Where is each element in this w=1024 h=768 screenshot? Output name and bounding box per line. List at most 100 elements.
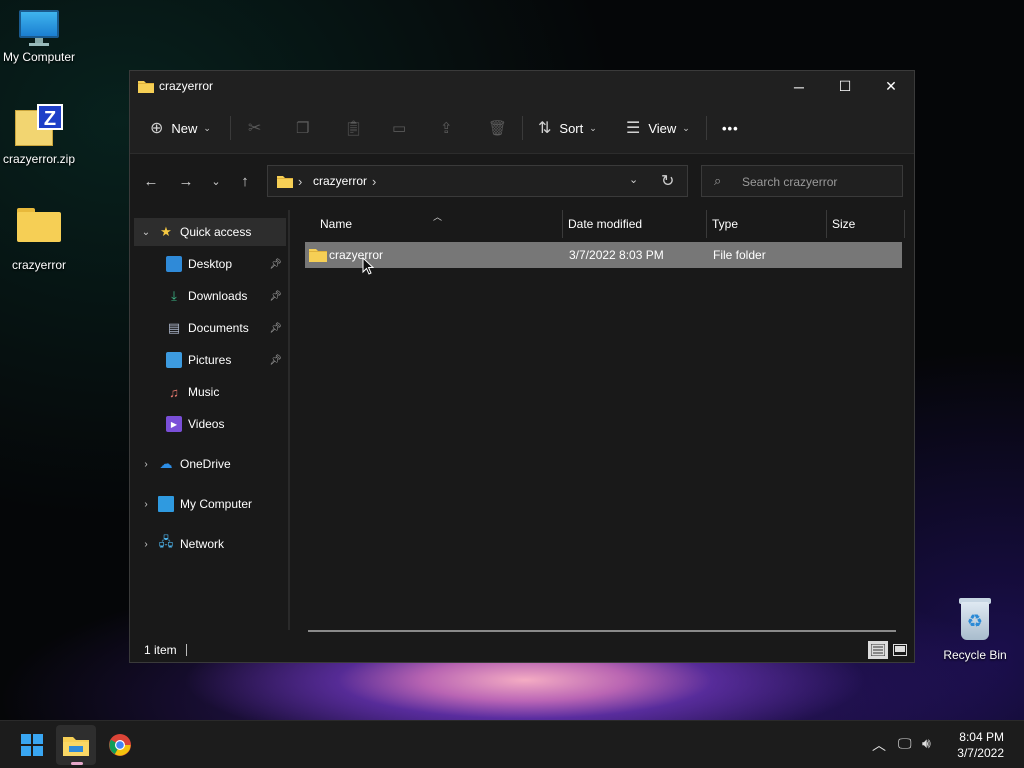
more-options-icon: •••	[722, 120, 739, 136]
music-icon: ♫	[169, 384, 179, 400]
close-button[interactable]: ✕	[868, 71, 914, 102]
nav-item-videos[interactable]: ▶ Videos	[134, 410, 286, 438]
toolbar-divider	[522, 116, 523, 140]
column-header-size[interactable]: Size	[832, 210, 902, 238]
recent-locations-button[interactable]: ⌄	[204, 170, 228, 194]
share-icon: ⇪	[440, 120, 453, 137]
rename-icon: ▭	[392, 120, 407, 137]
command-bar: ⊕ New ⌄ ✂ ❐ 📋︎ ▭ ⇪ 🗑︎ ⇅ Sort ⌄ ☰ View ⌄ …	[130, 102, 914, 154]
minimize-button[interactable]: ─	[776, 71, 822, 102]
new-button[interactable]: ⊕ New ⌄	[150, 112, 211, 144]
up-button[interactable]: ↑	[233, 170, 257, 194]
column-divider[interactable]	[904, 210, 905, 238]
desktop-icon-crazyerror-zip[interactable]: Z crazyerror.zip	[0, 104, 81, 166]
trash-icon: 🗑︎	[488, 120, 508, 137]
nav-item-network[interactable]: › 🖧︎ Network	[134, 530, 286, 558]
nav-item-desktop[interactable]: Desktop 📌︎	[134, 250, 286, 278]
start-button[interactable]	[12, 725, 52, 765]
sort-button[interactable]: ⇅ Sort ⌄	[538, 112, 597, 144]
file-list: ︿ Name Date modified Type Size crazyerro…	[290, 210, 914, 632]
view-button[interactable]: ☰ View ⌄	[626, 112, 690, 144]
nav-item-my-computer[interactable]: › My Computer	[134, 490, 286, 518]
details-view-toggle[interactable]	[868, 641, 888, 659]
paste-button[interactable]: 📋︎	[344, 112, 363, 144]
taskbar-chrome[interactable]	[100, 725, 140, 765]
taskbar-file-explorer[interactable]	[56, 725, 96, 765]
desktop-icon-my-computer[interactable]: My Computer	[0, 10, 81, 64]
taskbar: ︿ 🖵︎ 🔊︎ 8:04 PM 3/7/2022	[0, 720, 1024, 768]
file-explorer-window: crazyerror ─ ☐ ✕ ⊕ New ⌄ ✂ ❐ 📋︎ ▭ ⇪ 🗑︎ ⇅…	[129, 70, 915, 663]
chevron-right-icon[interactable]: ›	[138, 459, 154, 470]
status-bar: 1 item	[130, 638, 914, 662]
arrow-right-icon: →	[178, 173, 194, 190]
nav-item-downloads[interactable]: ⤓ Downloads 📌︎	[134, 282, 286, 310]
desktop-icon-crazyerror-folder[interactable]: crazyerror	[0, 208, 81, 272]
chevron-right-icon[interactable]: ›	[138, 539, 154, 550]
chevron-down-icon: ⌄	[589, 122, 597, 133]
copy-icon: ❐	[296, 120, 310, 137]
clock-time: 8:04 PM	[959, 730, 1004, 744]
horizontal-scrollbar[interactable]	[308, 630, 896, 632]
pictures-icon	[166, 352, 182, 368]
status-divider	[186, 644, 187, 656]
share-button[interactable]: ⇪	[440, 112, 453, 144]
toolbar-divider	[706, 116, 707, 140]
forward-button[interactable]: →	[174, 170, 198, 194]
cut-button[interactable]: ✂	[248, 112, 261, 144]
volume-icon[interactable]: 🔊︎	[922, 735, 931, 752]
column-divider[interactable]	[826, 210, 827, 238]
nav-item-label: Videos	[188, 417, 225, 431]
file-type: File folder	[713, 248, 766, 262]
column-header-name[interactable]: Name	[320, 210, 560, 238]
breadcrumb-separator[interactable]: ›	[372, 174, 376, 189]
clock[interactable]: 8:04 PM 3/7/2022	[957, 729, 1004, 761]
file-date-modified: 3/7/2022 8:03 PM	[569, 248, 664, 262]
column-divider[interactable]	[706, 210, 707, 238]
address-bar[interactable]: › crazyerror › ⌄ ↻	[267, 165, 688, 197]
cut-icon: ✂	[248, 120, 262, 137]
copy-button[interactable]: ❐	[296, 112, 309, 144]
address-dropdown-icon[interactable]: ⌄	[629, 173, 638, 186]
zip-archive-icon: Z	[15, 104, 63, 148]
breadcrumb-separator[interactable]: ›	[298, 174, 302, 189]
arrow-up-icon: ↑	[241, 173, 249, 190]
chevron-right-icon[interactable]: ›	[138, 499, 154, 510]
delete-button[interactable]: 🗑︎	[488, 112, 507, 144]
nav-item-label: Documents	[188, 321, 249, 335]
nav-quick-access[interactable]: ⌄ ★ Quick access	[134, 218, 286, 246]
search-box[interactable]: ⌕ Search crazyerror	[701, 165, 903, 197]
breadcrumb-crazyerror[interactable]: crazyerror	[313, 174, 367, 188]
nav-item-documents[interactable]: ▤ Documents 📌︎	[134, 314, 286, 342]
title-bar[interactable]: crazyerror ─ ☐ ✕	[130, 71, 914, 102]
column-header-type[interactable]: Type	[712, 210, 822, 238]
rename-button[interactable]: ▭	[392, 112, 406, 144]
nav-item-onedrive[interactable]: › ☁ OneDrive	[134, 450, 286, 478]
column-header-date-modified[interactable]: Date modified	[568, 210, 708, 238]
tiles-view-toggle[interactable]	[890, 641, 910, 659]
nav-item-label: Desktop	[188, 257, 233, 271]
nav-item-pictures[interactable]: Pictures 📌︎	[134, 346, 286, 374]
column-header-label: Size	[832, 217, 856, 231]
file-row[interactable]: crazyerror 3/7/2022 8:03 PM File folder	[305, 242, 902, 268]
chevron-down-icon[interactable]: ⌄	[138, 227, 154, 238]
monitor-icon	[17, 10, 61, 46]
column-divider[interactable]	[562, 210, 563, 238]
folder-icon	[138, 79, 154, 96]
refresh-icon[interactable]: ↻	[661, 171, 674, 191]
pin-icon: 📌︎	[269, 290, 282, 302]
maximize-button[interactable]: ☐	[822, 71, 868, 102]
pin-icon: 📌︎	[269, 322, 282, 334]
sort-button-label: Sort	[559, 120, 584, 136]
more-options-button[interactable]: •••	[722, 112, 739, 144]
desktop-icon-label: crazyerror	[11, 258, 66, 272]
nav-item-music[interactable]: ♫ Music	[134, 378, 286, 406]
show-hidden-icons-chevron-icon[interactable]: ︿	[872, 735, 886, 755]
desktop-icon-recycle-bin[interactable]: ♻ Recycle Bin	[933, 598, 1017, 662]
download-icon: ⤓	[171, 288, 177, 303]
network-status-icon[interactable]: 🖵︎	[898, 735, 912, 752]
back-button[interactable]: ←	[139, 170, 163, 194]
nav-item-label: Downloads	[188, 289, 248, 303]
desktop-icon-label: My Computer	[2, 50, 76, 64]
search-icon: ⌕	[714, 173, 722, 188]
file-explorer-icon	[63, 737, 89, 756]
